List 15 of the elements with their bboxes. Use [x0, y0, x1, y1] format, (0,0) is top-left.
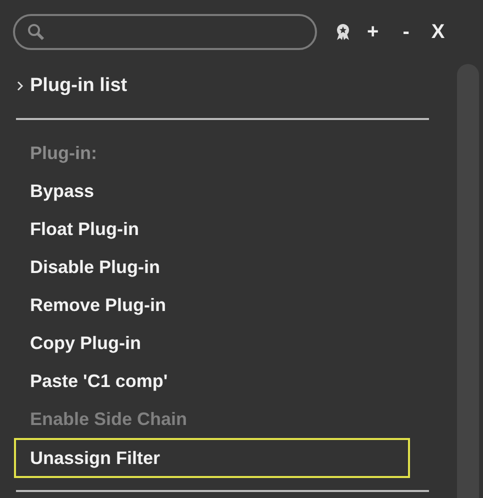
close-button[interactable]: X [431, 22, 445, 42]
menu-item[interactable]: Disable Plug-in [13, 248, 409, 286]
plugin-list-toggle[interactable]: Plug-in list [30, 75, 128, 97]
search-icon [27, 23, 45, 41]
menu-item[interactable]: Copy Plug-in [13, 324, 409, 362]
remove-button[interactable]: - [402, 22, 410, 42]
menu-item[interactable]: Paste 'C1 comp' [13, 362, 409, 400]
menu-item[interactable]: Unassign Filter [14, 438, 410, 478]
search-field[interactable] [13, 14, 317, 50]
award-icon[interactable] [335, 23, 351, 41]
menu-item[interactable]: Float Plug-in [13, 210, 409, 248]
menu-section-label: Plug-in: [29, 142, 98, 165]
menu-item[interactable]: Remove Plug-in [13, 286, 409, 324]
menu-item[interactable]: Bypass [13, 172, 409, 210]
add-button[interactable]: + [367, 22, 379, 42]
